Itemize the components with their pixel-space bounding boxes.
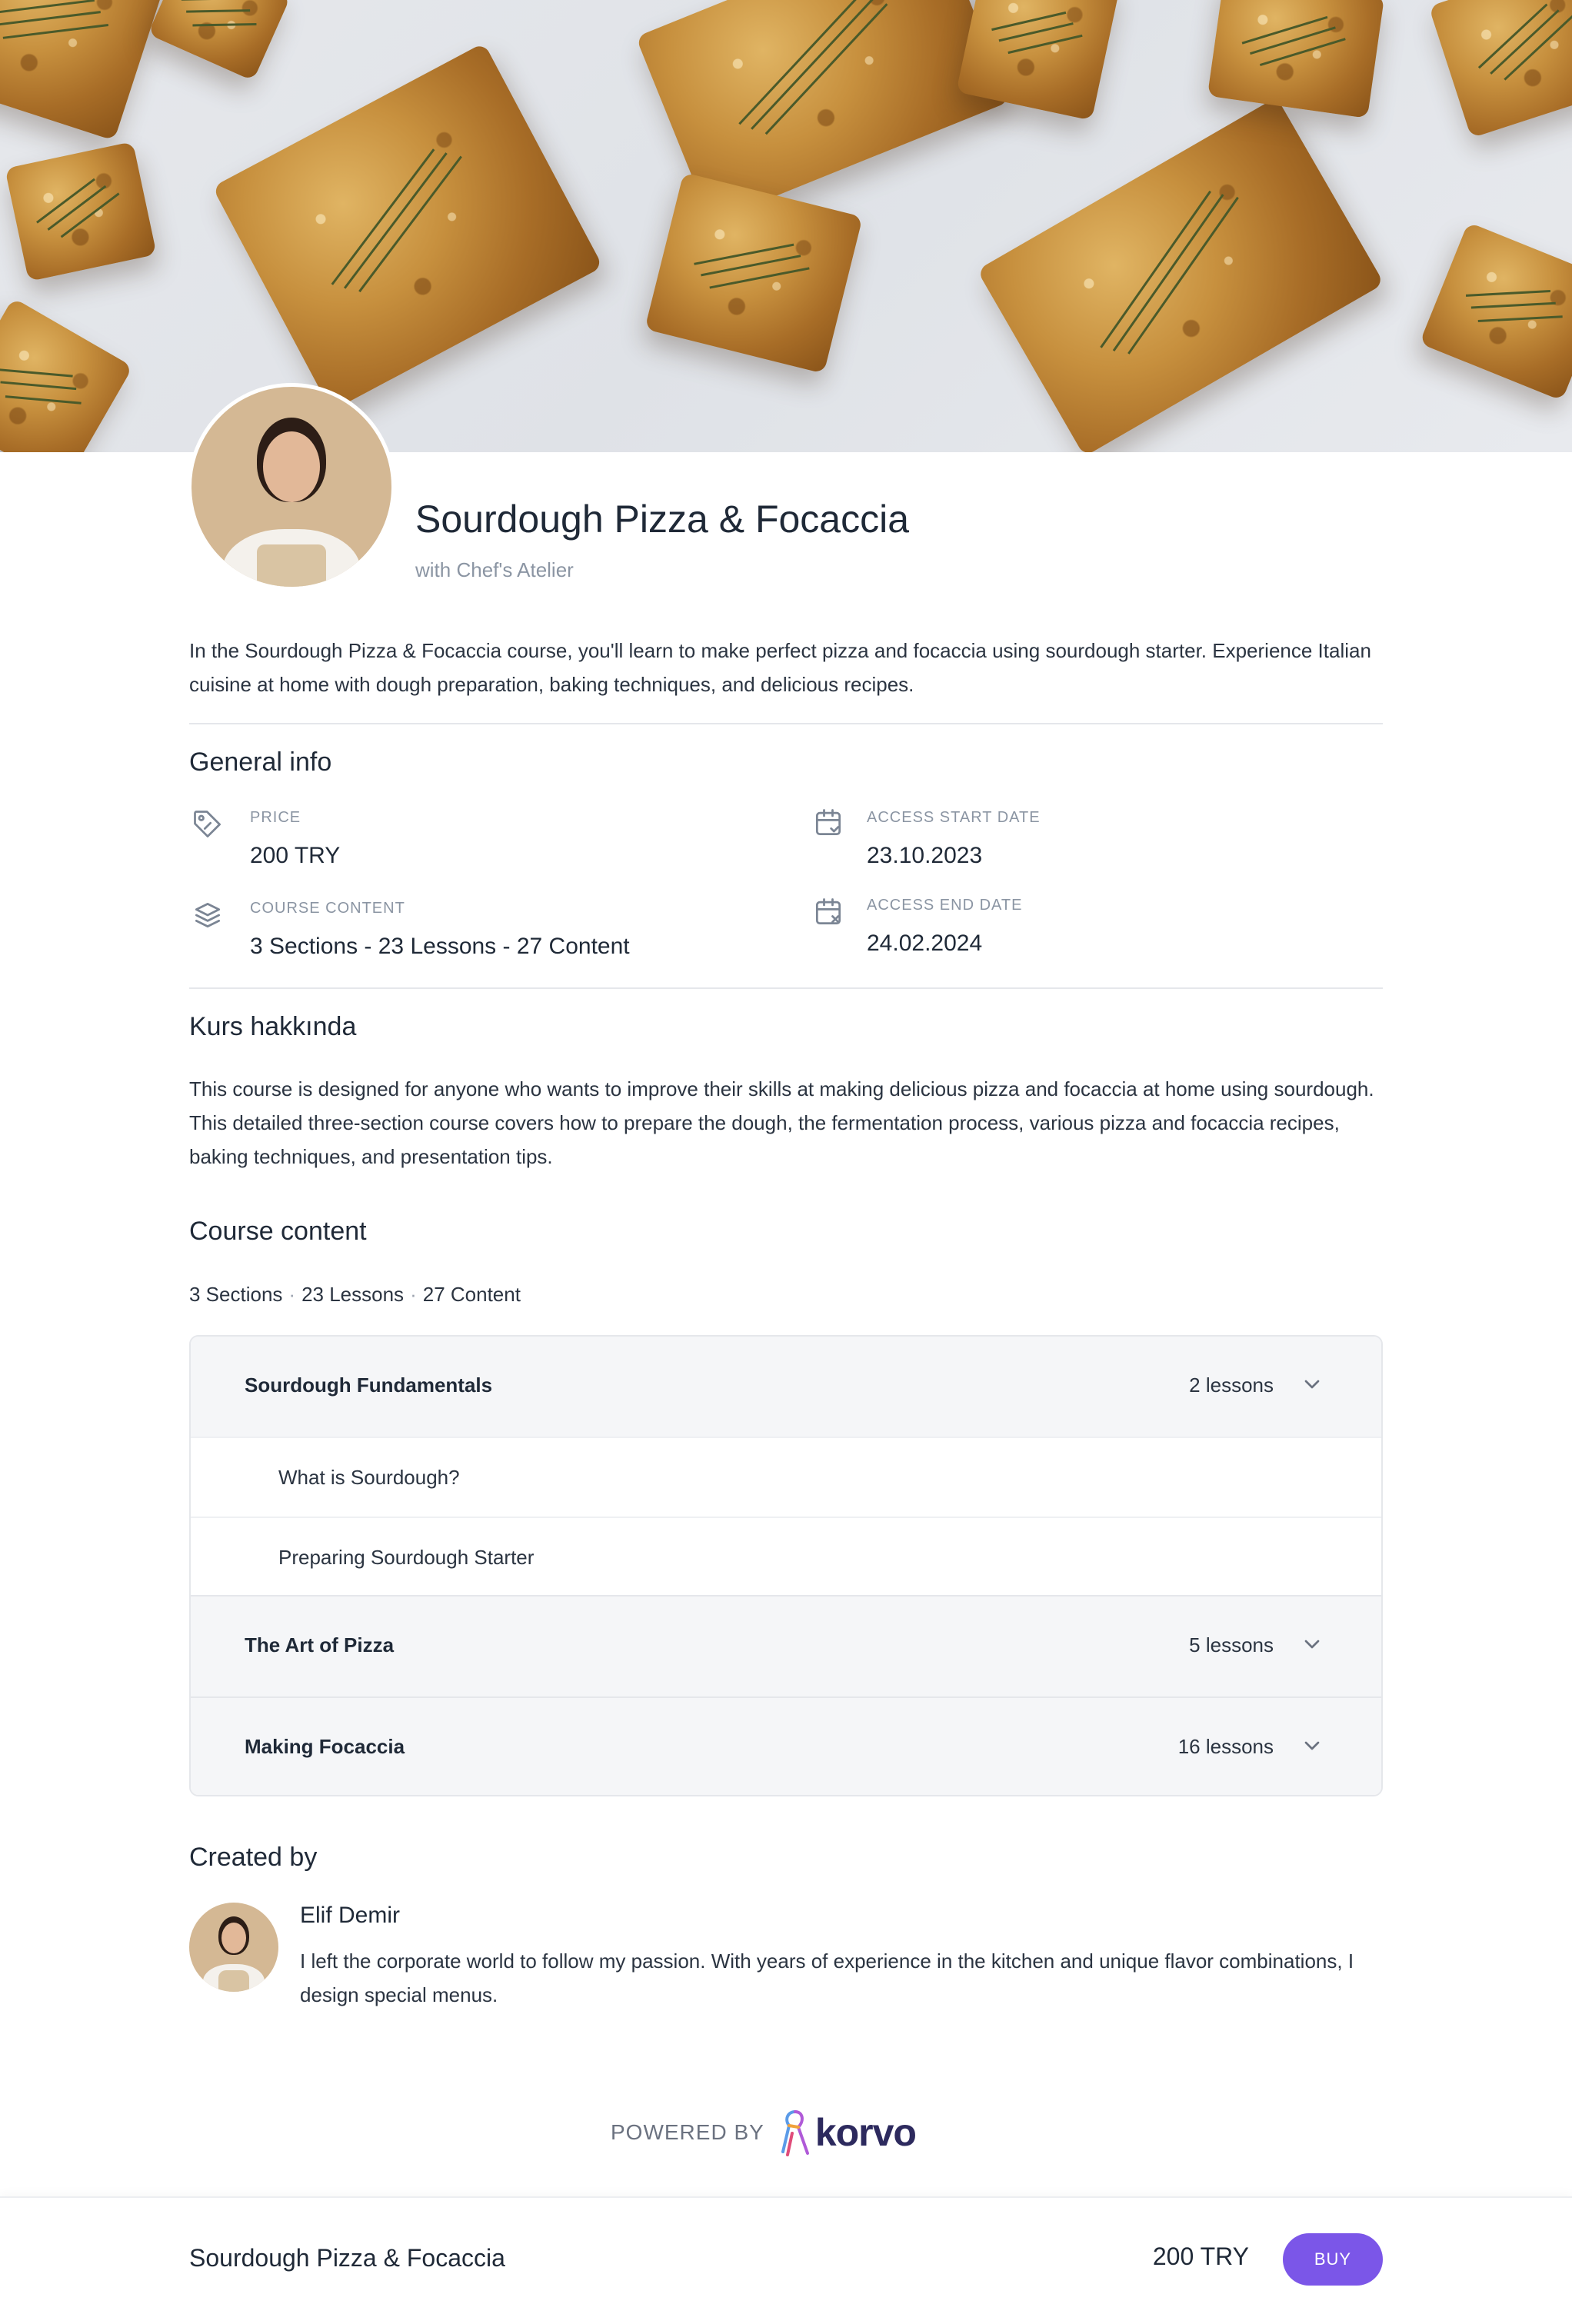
summary-separator: ·	[288, 1283, 296, 1306]
buy-button[interactable]: BUY	[1283, 2233, 1383, 2286]
summary-content: 27 Content	[422, 1283, 521, 1306]
course-content-label: COURSE CONTENT	[250, 900, 405, 917]
lesson-title: What is Sourdough?	[278, 1466, 460, 1489]
course-title: Sourdough Pizza & Focaccia	[415, 498, 910, 541]
chevron-down-icon[interactable]	[1300, 1372, 1324, 1397]
section-lesson-count: 16 lessons	[1177, 1735, 1274, 1758]
about-heading: Kurs hakkında	[189, 1012, 357, 1041]
layers-icon	[191, 898, 225, 932]
price-tag-icon	[191, 807, 225, 841]
section-header-making-focaccia[interactable]: Making Focaccia 16 lessons	[191, 1698, 1381, 1795]
purchase-bar-price: 200 TRY	[1152, 2242, 1249, 2270]
summary-separator: ·	[410, 1283, 417, 1306]
chevron-down-icon[interactable]	[1300, 1632, 1324, 1656]
general-info-heading: General info	[189, 747, 332, 777]
section-lesson-count: 5 lessons	[1189, 1633, 1274, 1656]
powered-by-label: POWERED BY	[611, 2120, 764, 2144]
chevron-down-icon[interactable]	[1300, 1733, 1324, 1758]
purchase-bar: Sourdough Pizza & Focaccia 200 TRY BUY	[0, 2196, 1572, 2324]
section-title: Sourdough Fundamentals	[245, 1373, 493, 1397]
section-lesson-count: 2 lessons	[1189, 1373, 1274, 1397]
summary-lessons: 23 Lessons	[301, 1283, 405, 1306]
about-text: This course is designed for anyone who w…	[189, 1077, 1374, 1168]
lesson-item[interactable]: What is Sourdough?	[191, 1437, 1381, 1517]
access-end-value: 24.02.2024	[867, 931, 983, 956]
korvo-logo-icon	[777, 2107, 814, 2158]
content-summary: 3 Sections · 23 Lessons · 27 Content	[189, 1283, 521, 1307]
purchase-bar-title: Sourdough Pizza & Focaccia	[189, 2244, 505, 2272]
hero-banner-image	[0, 0, 1572, 452]
divider	[189, 723, 1383, 724]
course-description: In the Sourdough Pizza & Focaccia course…	[189, 639, 1371, 696]
access-end-label: ACCESS END DATE	[867, 897, 1023, 914]
summary-sections: 3 Sections	[189, 1283, 283, 1306]
divider	[189, 987, 1383, 989]
course-content-value: 3 Sections - 23 Lessons - 27 Content	[250, 934, 630, 959]
section-header-art-of-pizza[interactable]: The Art of Pizza 5 lessons	[191, 1597, 1381, 1696]
course-subtitle: with Chef's Atelier	[415, 558, 574, 581]
lesson-item[interactable]: Preparing Sourdough Starter	[191, 1517, 1381, 1597]
access-start-value: 23.10.2023	[867, 843, 983, 868]
price-label: PRICE	[250, 809, 301, 826]
section-header-sourdough-fundamentals[interactable]: Sourdough Fundamentals 2 lessons	[191, 1337, 1381, 1437]
price-value: 200 TRY	[250, 843, 341, 868]
lesson-title: Preparing Sourdough Starter	[278, 1546, 535, 1569]
creator-bio: I left the corporate world to follow my …	[300, 1949, 1354, 2006]
calendar-check-icon	[811, 806, 845, 840]
course-sections-accordion: Sourdough Fundamentals 2 lessons What is…	[189, 1335, 1383, 1796]
section-title: Making Focaccia	[245, 1735, 405, 1758]
access-start-label: ACCESS START DATE	[867, 809, 1041, 826]
powered-by-footer[interactable]: POWERED BY korvo	[611, 2107, 917, 2158]
calendar-x-icon	[811, 895, 845, 929]
creator-name: Elif Demir	[300, 1903, 401, 1928]
creator-avatar	[189, 1903, 278, 1992]
created-by-heading: Created by	[189, 1843, 318, 1872]
korvo-brand: korvo	[814, 2111, 917, 2154]
course-content-heading: Course content	[189, 1217, 367, 1246]
instructor-avatar	[188, 383, 395, 591]
section-title: The Art of Pizza	[245, 1633, 395, 1656]
